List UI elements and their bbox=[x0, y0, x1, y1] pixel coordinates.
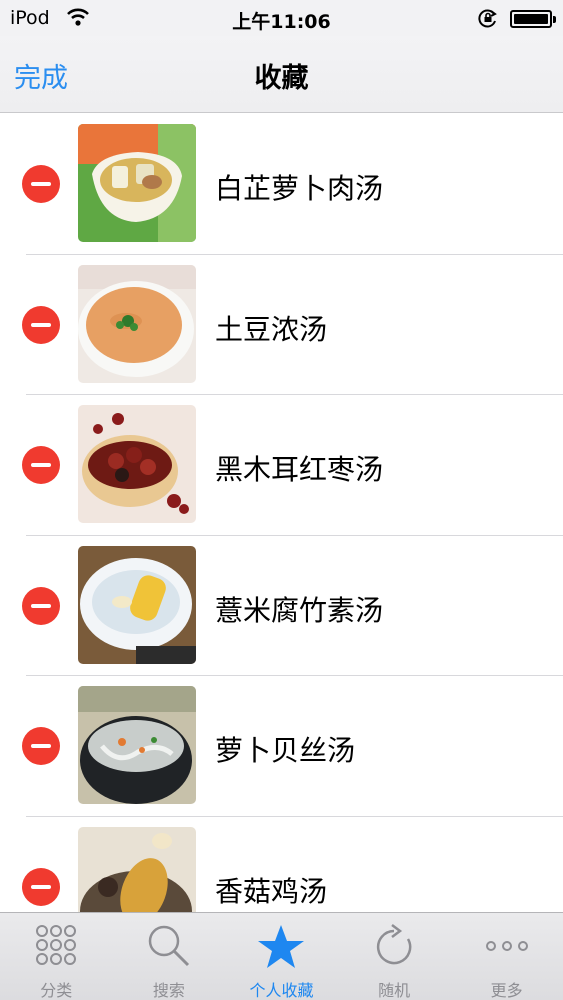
food-thumbnail bbox=[78, 405, 196, 523]
status-bar: iPod 上午11:06 bbox=[0, 0, 563, 36]
tab-favorites[interactable]: 个人收藏 bbox=[225, 913, 338, 1000]
food-thumbnail bbox=[78, 826, 196, 912]
grid-icon bbox=[34, 923, 78, 971]
item-label: 薏米腐竹素汤 bbox=[215, 593, 384, 627]
delete-button[interactable] bbox=[22, 446, 60, 484]
item-label: 白芷萝卜肉汤 bbox=[215, 172, 384, 205]
delete-button[interactable] bbox=[22, 165, 60, 203]
list-item[interactable]: 土豆浓汤 bbox=[0, 254, 563, 395]
tab-label: 搜索 bbox=[152, 981, 185, 1000]
delete-button[interactable] bbox=[22, 586, 60, 625]
delete-button[interactable] bbox=[22, 305, 60, 344]
navigation-bar: 完成 收藏 bbox=[0, 36, 563, 113]
delete-button[interactable] bbox=[22, 727, 60, 765]
tab-random[interactable]: 随机 bbox=[338, 913, 451, 1000]
tab-label: 个人收藏 bbox=[249, 981, 314, 1000]
tab-label: 分类 bbox=[40, 981, 73, 1000]
list-item[interactable]: 香菇鸡汤 bbox=[0, 816, 563, 912]
page-title: 收藏 bbox=[254, 63, 309, 94]
more-icon bbox=[483, 923, 531, 973]
star-icon bbox=[256, 923, 306, 975]
favorites-list[interactable]: 白芷萝卜肉汤 土豆浓汤 黑木耳红枣汤 薏米腐竹素汤 萝卜贝丝汤 香菇鸡汤 bbox=[0, 114, 563, 912]
list-item[interactable]: 萝卜贝丝汤 bbox=[0, 676, 563, 817]
item-label: 香菇鸡汤 bbox=[215, 874, 328, 908]
tab-label: 随机 bbox=[378, 981, 411, 1000]
item-label: 土豆浓汤 bbox=[215, 312, 328, 346]
delete-button[interactable] bbox=[22, 867, 60, 906]
list-item[interactable]: 薏米腐竹素汤 bbox=[0, 535, 563, 676]
food-thumbnail bbox=[78, 545, 196, 664]
battery-icon bbox=[510, 10, 556, 28]
list-item[interactable]: 白芷萝卜肉汤 bbox=[0, 114, 563, 255]
list-item[interactable]: 黑木耳红枣汤 bbox=[0, 395, 563, 536]
tab-bar: 分类 搜索 个人收藏 随机 更多 bbox=[0, 912, 563, 1000]
search-icon bbox=[146, 923, 192, 973]
rotation-lock-icon bbox=[478, 8, 498, 32]
tab-category[interactable]: 分类 bbox=[0, 913, 113, 1000]
tab-more[interactable]: 更多 bbox=[450, 913, 563, 1000]
item-label: 萝卜贝丝汤 bbox=[215, 734, 356, 767]
tab-search[interactable]: 搜索 bbox=[113, 913, 226, 1000]
tab-label: 更多 bbox=[490, 981, 523, 1000]
food-thumbnail bbox=[78, 264, 196, 383]
food-thumbnail bbox=[78, 124, 196, 242]
food-thumbnail bbox=[78, 686, 196, 804]
refresh-icon bbox=[372, 923, 416, 973]
item-label: 黑木耳红枣汤 bbox=[215, 453, 384, 486]
